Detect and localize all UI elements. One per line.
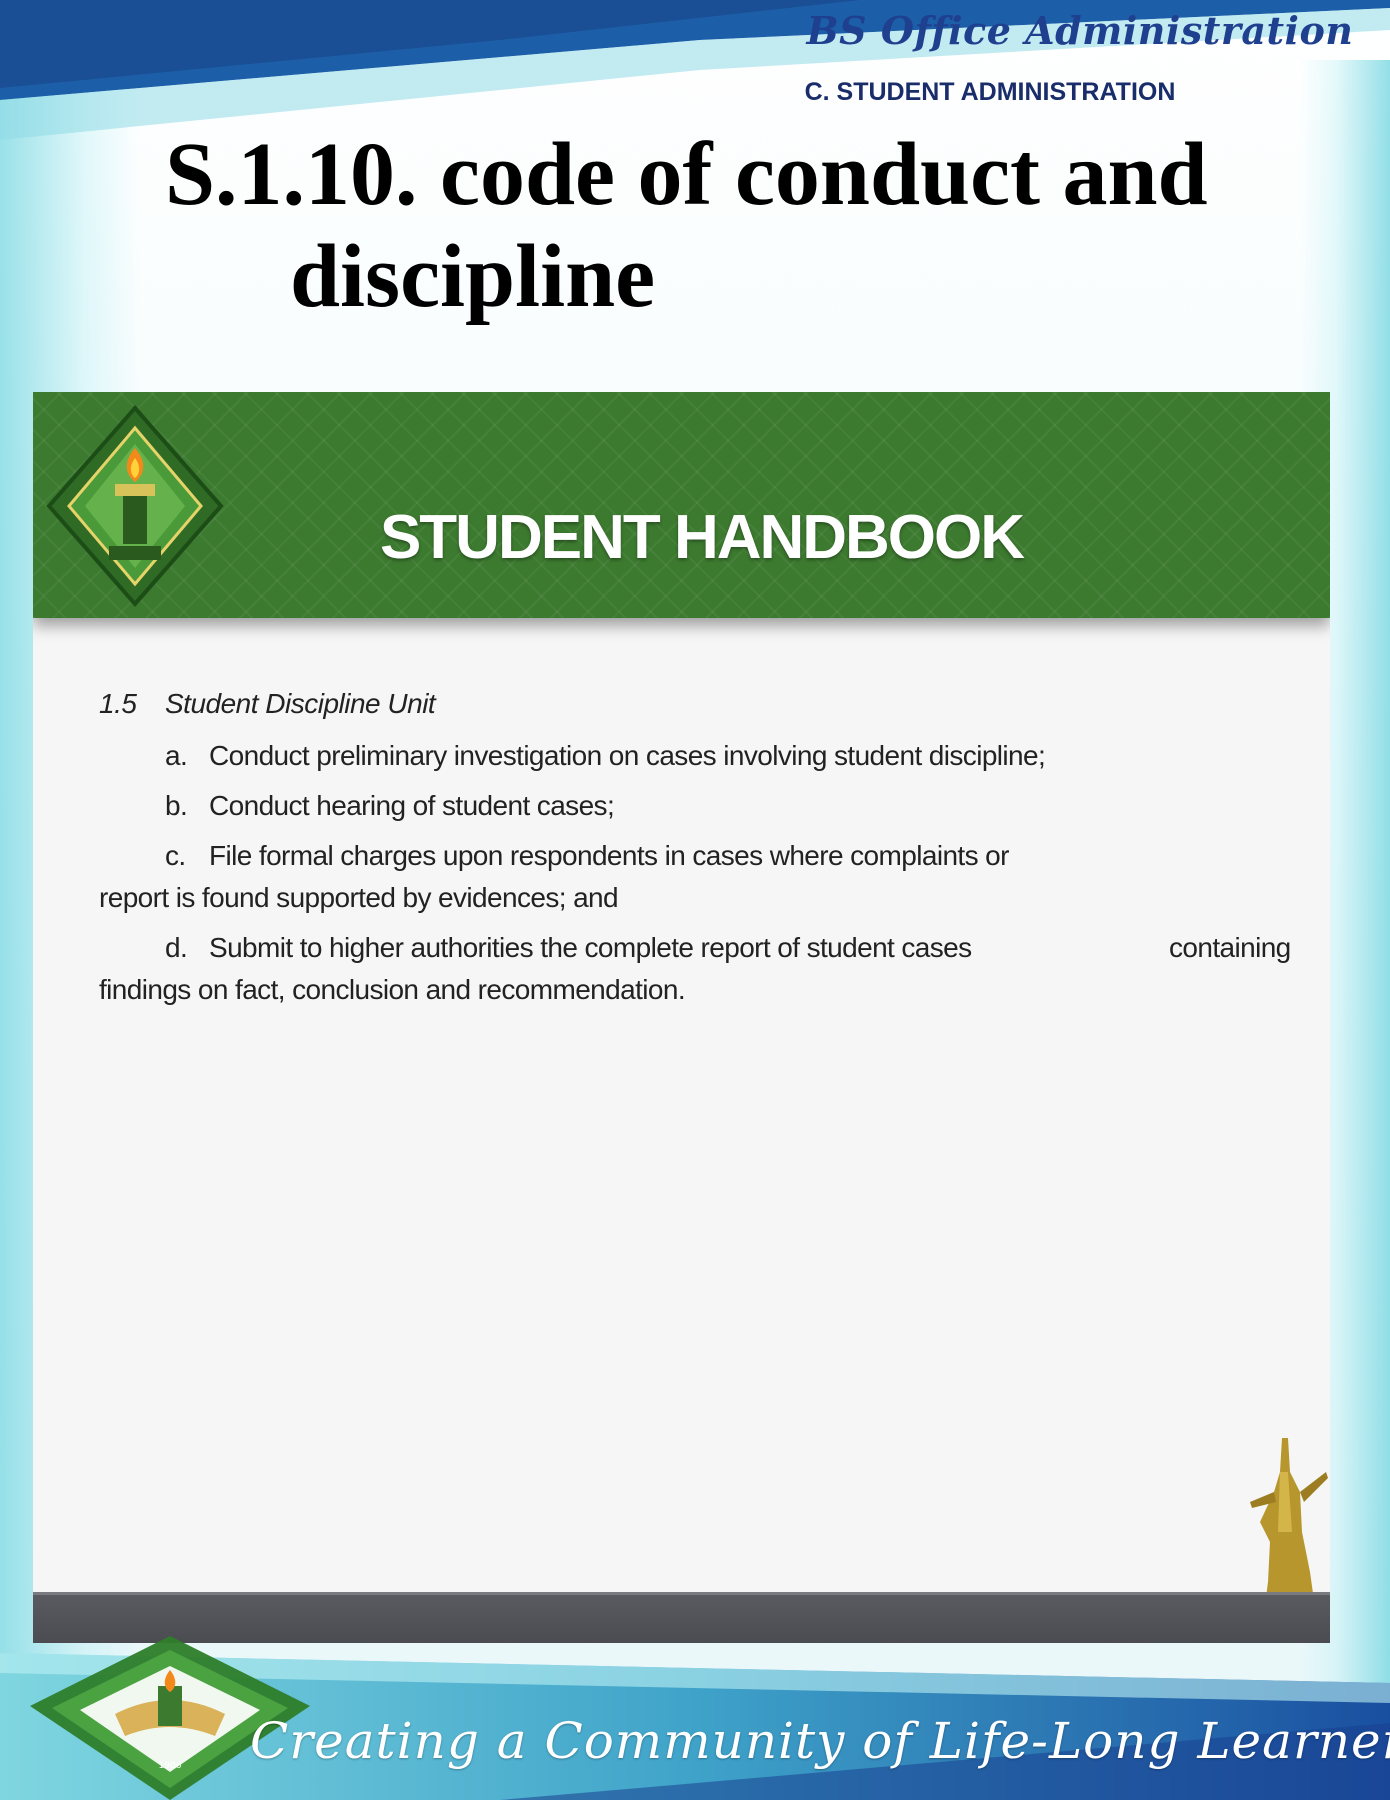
list-item-letter: a. (165, 740, 188, 771)
list-item-letter: b. (165, 790, 188, 821)
footer-tagline: Creating a Community of Life-Long Learne… (250, 1712, 1390, 1770)
list-item-tail: containing (1169, 932, 1291, 963)
slide-banner-title: STUDENT HANDBOOK (379, 503, 1025, 572)
section-number: 1.5 (99, 688, 137, 719)
list-item-letter: c. (165, 840, 186, 871)
logo-year: 1906 (159, 1761, 182, 1771)
list-item-continuation: findings on fact, conclusion and recomme… (99, 974, 686, 1005)
section-heading: 1.5 Student Discipline Unit (99, 688, 436, 720)
page-title-line-1: S.1.10. code of conduct and (165, 125, 1208, 224)
page-title-line-2: discipline (290, 227, 656, 326)
handbook-slide: STUDENT HANDBOOK 1.5 Student Discipline U… (33, 392, 1330, 1643)
slide-banner: STUDENT HANDBOOK (33, 392, 1330, 618)
section-label: C. STUDENT ADMINISTRATION (804, 78, 1176, 106)
list-item-continuation: report is found supported by evidences; … (99, 882, 619, 913)
list-item-text: Conduct hearing of student cases; (209, 790, 615, 821)
list-item-letter: d. (165, 932, 188, 963)
list-item-text: Submit to higher authorities the complet… (209, 932, 972, 963)
list-item-text: Conduct preliminary investigation on cas… (209, 740, 1046, 771)
list-item: b. Conduct hearing of student cases; (165, 790, 615, 822)
section-heading-text: Student Discipline Unit (165, 688, 436, 719)
list-item: d. Submit to higher authorities the compl… (165, 932, 972, 964)
list-item: c. File formal charges upon respondents i… (165, 840, 1009, 872)
list-item-text: File formal charges upon respondents in … (209, 840, 1009, 871)
program-name: BS Office Administration (806, 8, 1354, 53)
list-item: a. Conduct preliminary investigation on c… (165, 740, 1046, 772)
